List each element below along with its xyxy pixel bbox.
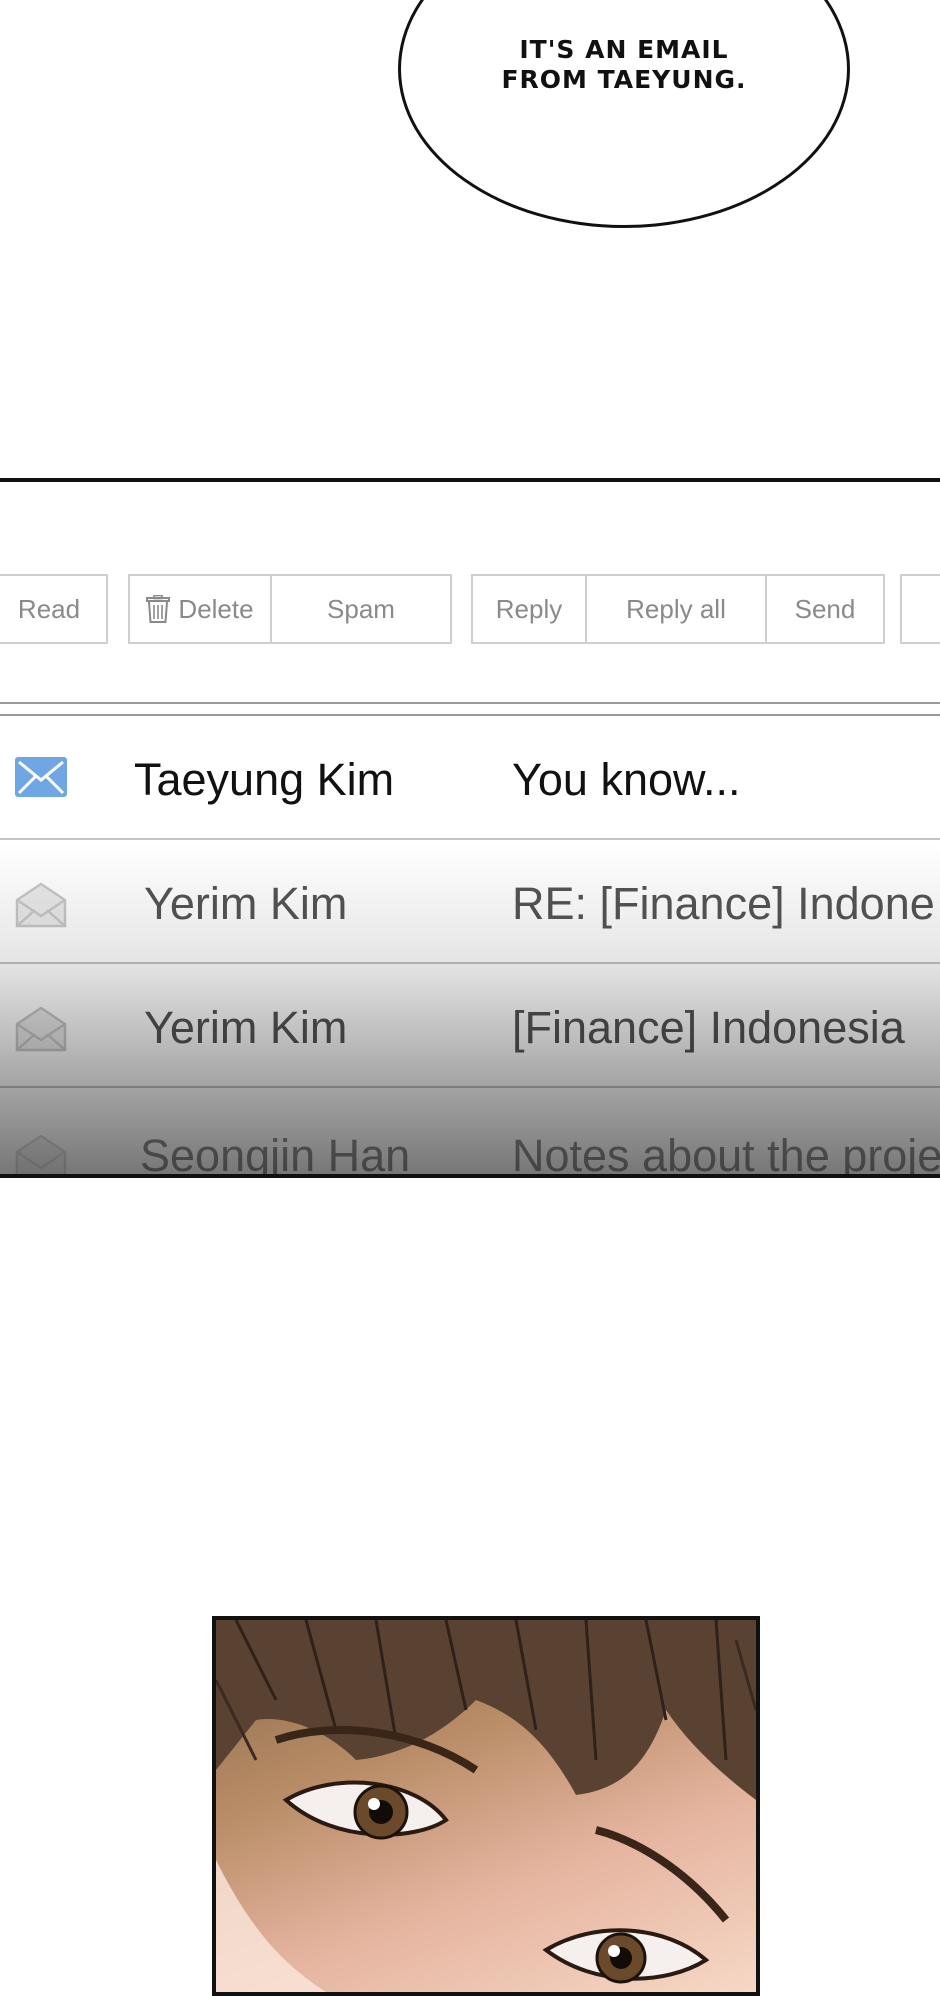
envelope-open-icon [15, 1134, 67, 1174]
reply-all-button-label: Reply all [626, 593, 726, 624]
speech-bubble: IT'S AN EMAIL FROM TAEYUNG. [398, 0, 850, 228]
email-row[interactable]: Yerim Kim RE: [Finance] Indone [0, 840, 940, 964]
email-row-unread[interactable]: Taeyung Kim You know... [0, 716, 940, 840]
reply-button[interactable]: Reply [471, 574, 587, 644]
spam-button-label: Spam [327, 593, 395, 624]
email-panel: Read Delete Spam Reply Reply all Send Ta… [0, 478, 940, 1178]
email-subject: Notes about the proje [512, 1130, 940, 1178]
email-row[interactable]: Yerim Kim [Finance] Indonesia [0, 964, 940, 1088]
delete-button-label: Delete [178, 593, 254, 624]
email-sender: Yerim Kim [144, 878, 348, 929]
character-portrait-panel [212, 1616, 760, 1996]
email-sender: Taeyung Kim [134, 754, 395, 805]
email-subject: [Finance] Indonesia [512, 1002, 905, 1053]
email-subject: You know... [512, 754, 741, 805]
envelope-closed-icon [15, 757, 67, 797]
delete-button[interactable]: Delete [128, 574, 272, 644]
send-button-label: Send [794, 593, 856, 624]
character-face-illustration [216, 1620, 756, 1992]
envelope-open-icon [15, 882, 67, 928]
toolbar-divider [0, 702, 940, 704]
email-sender: Yerim Kim [144, 1002, 348, 1053]
send-button[interactable]: Send [765, 574, 885, 644]
more-toolbar-button[interactable] [900, 574, 940, 644]
email-sender: Seongjin Han [140, 1130, 411, 1178]
spam-button[interactable]: Spam [270, 574, 452, 644]
read-button-label: Read [17, 593, 81, 624]
envelope-open-icon [15, 1006, 67, 1052]
speech-bubble-text: IT'S AN EMAIL FROM TAEYUNG. [501, 35, 747, 94]
read-button[interactable]: Read [0, 574, 108, 644]
email-row[interactable]: Seongjin Han Notes about the proje [0, 1088, 940, 1178]
trash-icon [146, 595, 171, 623]
mail-toolbar: Read Delete Spam Reply Reply all Send [0, 574, 940, 644]
reply-all-button[interactable]: Reply all [585, 574, 767, 644]
reply-button-label: Reply [495, 593, 563, 624]
email-subject: RE: [Finance] Indone [512, 878, 935, 929]
